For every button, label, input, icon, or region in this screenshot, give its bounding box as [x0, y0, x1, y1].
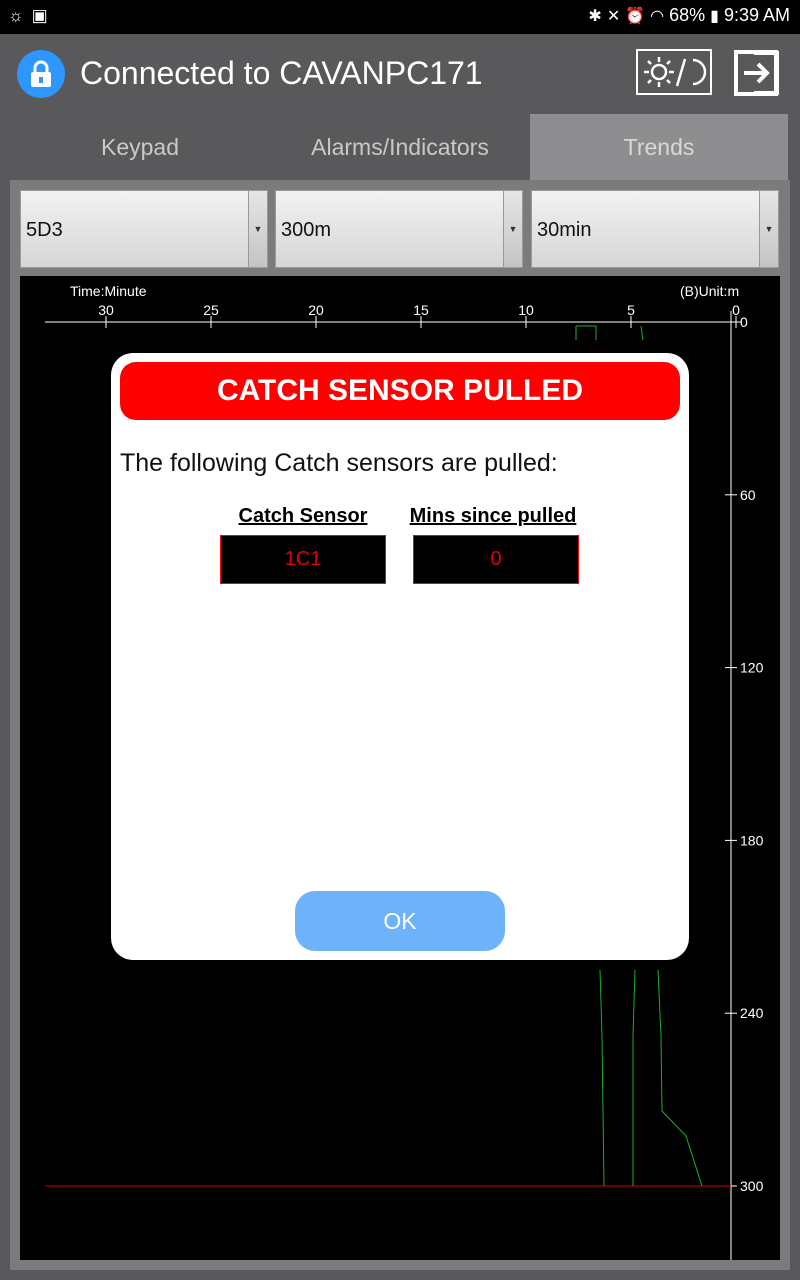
y-tick-label: 180	[740, 832, 764, 848]
x-tick-label: 0	[732, 302, 740, 318]
status-bar: ☼ ▣ ✱ ✕ ⏰ ◠ 68% ▮ 9:39 AM	[0, 0, 800, 34]
x-tick-label: 10	[518, 302, 534, 318]
catch-sensor-dialog: CATCH SENSOR PULLED The following Catch …	[111, 353, 689, 960]
status-notification-icons: ☼ ▣	[8, 6, 48, 26]
theme-toggle-button[interactable]	[636, 49, 712, 95]
dialog-title: CATCH SENSOR PULLED	[120, 362, 680, 420]
lock-icon[interactable]	[17, 50, 65, 98]
x-tick-label: 25	[203, 302, 219, 318]
column-header-mins-since-pulled: Mins since pulled	[409, 505, 577, 527]
range-select[interactable]: 300m ▼	[275, 190, 523, 268]
battery-icon: ▮	[710, 7, 719, 25]
alarm-icon: ⏰	[625, 7, 646, 25]
y-axis-label: (B)Unit:m	[680, 283, 739, 299]
column-header-catch-sensor: Catch Sensor	[238, 505, 368, 527]
chevron-down-icon: ▼	[503, 191, 522, 267]
tab-trends[interactable]: Trends	[530, 114, 788, 180]
ok-button[interactable]: OK	[295, 891, 505, 951]
x-tick-label: 5	[627, 302, 635, 318]
mute-icon: ✕	[606, 7, 621, 25]
y-tick-label: 60	[740, 487, 756, 503]
exit-icon	[734, 50, 779, 96]
dialog-message: The following Catch sensors are pulled:	[120, 449, 558, 477]
catch-sensor-cell: 1C1	[220, 535, 386, 584]
sensor-select-value: 5D3	[26, 219, 63, 241]
y-tick-label: 240	[740, 1005, 764, 1021]
window-select-value: 30min	[537, 219, 592, 241]
trend-trace	[599, 969, 605, 1187]
chevron-down-icon: ▼	[248, 191, 267, 267]
screen-icon: ▣	[31, 6, 48, 25]
exit-button[interactable]	[734, 50, 780, 96]
clock: 9:39 AM	[723, 5, 790, 25]
tab-keypad[interactable]: Keypad	[10, 114, 270, 180]
theme-toggle-icon	[644, 57, 707, 87]
x-tick-label: 30	[98, 302, 114, 318]
trend-trace	[632, 969, 636, 1186]
chevron-down-icon: ▼	[759, 191, 778, 267]
sensor-select[interactable]: 5D3 ▼	[20, 190, 268, 268]
trend-trace	[576, 325, 597, 340]
tab-bar: Keypad Alarms/Indicators Trends	[10, 114, 790, 180]
x-axis-label: Time:Minute	[70, 283, 147, 299]
trend-trace	[657, 969, 703, 1187]
status-right: ✱ ✕ ⏰ ◠ 68% ▮ 9:39 AM	[588, 5, 790, 26]
battery-percent: 68%	[669, 5, 706, 25]
mins-since-pulled-cell: 0	[413, 535, 579, 584]
wifi-icon: ◠	[650, 7, 665, 25]
tab-alarms-indicators[interactable]: Alarms/Indicators	[270, 114, 530, 180]
page-title: Connected to CAVANPC171	[80, 55, 483, 91]
y-tick-label: 300	[740, 1178, 764, 1194]
x-tick-label: 20	[308, 302, 324, 318]
range-select-value: 300m	[281, 219, 332, 241]
trend-trace	[640, 325, 644, 341]
y-tick-label: 0	[740, 314, 748, 330]
x-tick-label: 15	[413, 302, 429, 318]
y-tick-label: 120	[740, 660, 764, 676]
weather-icon: ☼	[8, 6, 24, 25]
window-select[interactable]: 30min ▼	[531, 190, 779, 268]
bluetooth-icon: ✱	[588, 7, 602, 25]
